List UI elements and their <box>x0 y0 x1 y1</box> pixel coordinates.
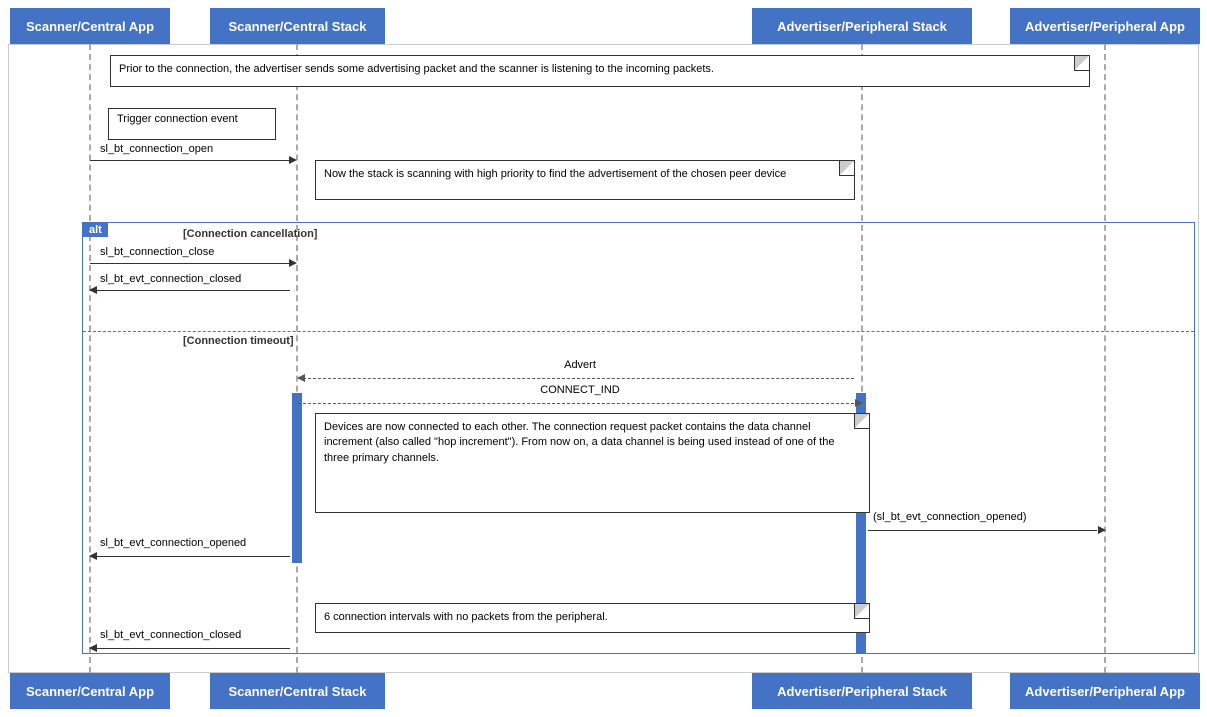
label-sl-bt-connection-close: sl_bt_connection_close <box>100 246 214 258</box>
label-sl-bt-evt-connection-opened-app: (sl_bt_evt_connection_opened) <box>873 511 1027 523</box>
arrow-connect-ind: CONNECT_IND <box>298 396 862 410</box>
scanner-central-app-header: Scanner/Central App <box>10 8 170 44</box>
note-scanning: Now the stack is scanning with high prio… <box>315 160 855 200</box>
note-connected: Devices are now connected to each other.… <box>315 413 870 513</box>
label-advert: Advert <box>564 359 596 371</box>
alt-guard-timeout: [Connection timeout] <box>183 335 294 347</box>
label-sl-bt-evt-connection-closed-2: sl_bt_evt_connection_closed <box>100 629 241 641</box>
label-sl-bt-evt-connection-closed-1: sl_bt_evt_connection_closed <box>100 273 241 285</box>
label-sl-bt-evt-connection-opened: sl_bt_evt_connection_opened <box>100 537 246 549</box>
diagram-container: Scanner/Central App Scanner/Central Stac… <box>0 0 1207 717</box>
scanner-central-stack-footer: Scanner/Central Stack <box>210 673 385 709</box>
trigger-box: Trigger connection event <box>108 108 276 140</box>
arrow-sl-bt-evt-connection-opened-app: (sl_bt_evt_connection_opened) <box>868 523 1105 537</box>
advertiser-peripheral-stack-header: Advertiser/Peripheral Stack <box>752 8 972 44</box>
advertiser-peripheral-app-header: Advertiser/Peripheral App <box>1010 8 1200 44</box>
arrow-sl-bt-evt-connection-closed-1: sl_bt_evt_connection_closed <box>90 283 297 297</box>
note-prior: Prior to the connection, the advertiser … <box>110 55 1090 87</box>
scanner-central-stack-header: Scanner/Central Stack <box>210 8 385 44</box>
arrow-sl-bt-evt-connection-opened: sl_bt_evt_connection_opened <box>90 549 297 563</box>
arrow-sl-bt-connection-open: sl_bt_connection_open <box>90 153 297 167</box>
alt-guard-cancellation: [Connection cancellation] <box>183 228 317 240</box>
advertiser-peripheral-stack-footer: Advertiser/Peripheral Stack <box>752 673 972 709</box>
alt-label: alt <box>83 223 108 237</box>
label-connect-ind: CONNECT_IND <box>540 384 619 396</box>
alt-divider <box>83 331 1194 332</box>
label-sl-bt-connection-open: sl_bt_connection_open <box>100 143 213 155</box>
note-intervals: 6 connection intervals with no packets f… <box>315 603 870 633</box>
arrow-sl-bt-connection-close: sl_bt_connection_close <box>90 256 297 270</box>
scanner-central-app-footer: Scanner/Central App <box>10 673 170 709</box>
arrow-sl-bt-evt-connection-closed-2: sl_bt_evt_connection_closed <box>90 641 297 655</box>
arrow-advert: Advert <box>298 371 862 385</box>
advertiser-peripheral-app-footer: Advertiser/Peripheral App <box>1010 673 1200 709</box>
